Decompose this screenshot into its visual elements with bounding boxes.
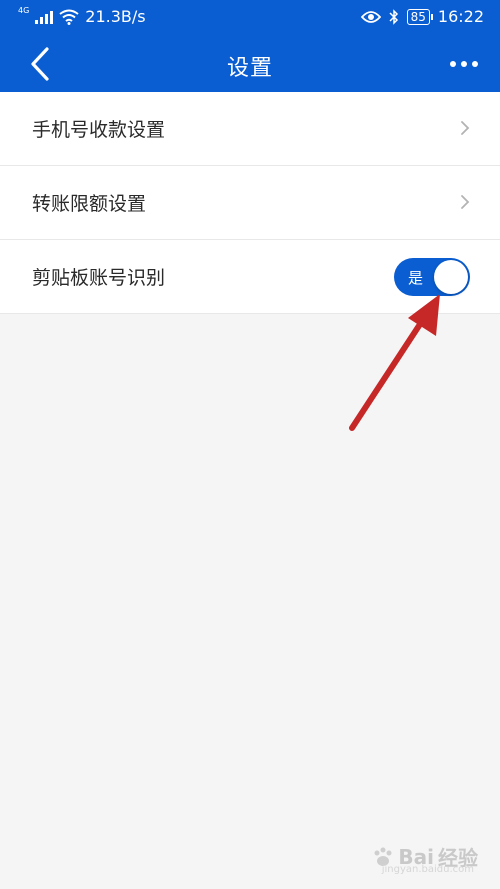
settings-item-label: 剪贴板账号识别 xyxy=(32,267,166,289)
status-bar: 4G 21.3B/s 85 16:22 xyxy=(0,0,500,36)
eye-icon xyxy=(360,10,381,23)
more-dots-icon xyxy=(450,61,456,67)
title-bar: 设置 xyxy=(0,36,500,92)
watermark: Bai 经验 jingyan.baidu.com xyxy=(372,842,478,875)
wifi-icon xyxy=(59,9,79,25)
more-dots-icon xyxy=(461,61,467,67)
settings-item-phone-receive[interactable]: 手机号收款设置 xyxy=(0,92,500,166)
network-type-label: 4G xyxy=(18,6,30,15)
status-bar-right: 85 16:22 xyxy=(360,7,484,26)
page-title: 设置 xyxy=(226,56,273,81)
settings-item-clipboard-recognition: 剪贴板账号识别 是 xyxy=(0,240,500,314)
battery-icon: 85 xyxy=(406,8,434,25)
more-button[interactable] xyxy=(444,46,484,82)
status-time: 16:22 xyxy=(437,7,484,26)
settings-item-transfer-limit[interactable]: 转账限额设置 xyxy=(0,166,500,240)
status-bar-left: 4G 21.3B/s xyxy=(18,6,146,26)
network-speed: 21.3B/s xyxy=(85,7,146,26)
chevron-right-icon xyxy=(461,121,470,135)
chevron-right-icon xyxy=(461,195,470,209)
more-dots-icon xyxy=(472,61,478,67)
settings-list: 手机号收款设置 转账限额设置 剪贴板账号识别 是 xyxy=(0,92,500,314)
bluetooth-icon xyxy=(389,8,398,25)
app-bar: 4G 21.3B/s 85 16:22 设置 xyxy=(0,0,500,92)
settings-item-label: 转账限额设置 xyxy=(32,193,147,215)
clipboard-recognition-toggle[interactable]: 是 xyxy=(394,258,470,296)
watermark-url: jingyan.baidu.com xyxy=(381,864,474,875)
settings-item-label: 手机号收款设置 xyxy=(32,119,166,141)
toggle-state-label: 是 xyxy=(408,269,424,287)
signal-icon xyxy=(35,10,54,24)
toggle-knob xyxy=(434,260,468,294)
